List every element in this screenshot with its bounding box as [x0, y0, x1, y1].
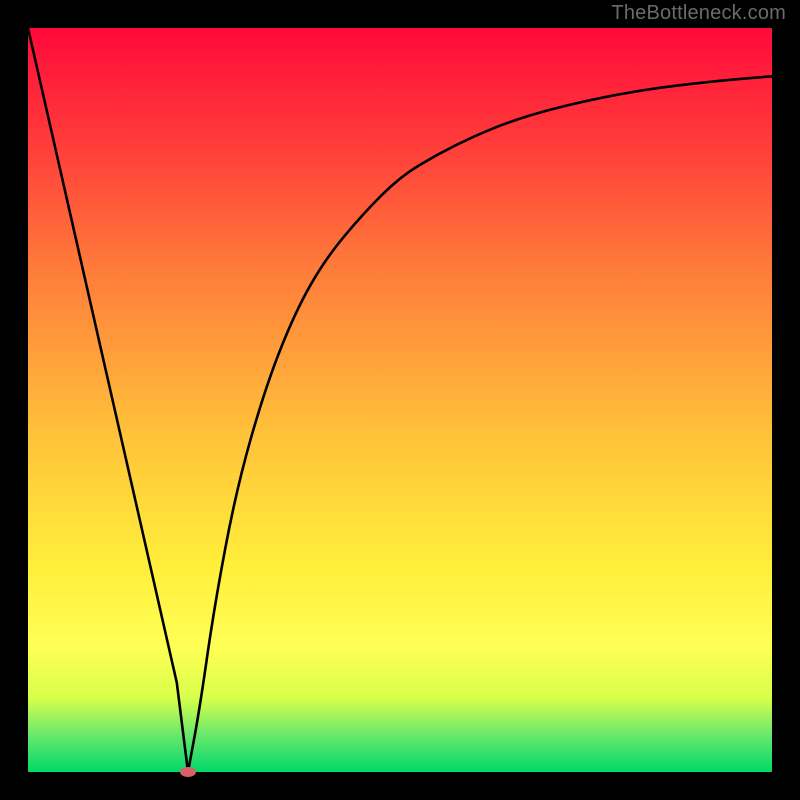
- watermark-label: TheBottleneck.com: [611, 2, 786, 25]
- bottleneck-chart: [0, 0, 800, 800]
- chart-container: TheBottleneck.com: [0, 0, 800, 800]
- plot-area: [28, 28, 772, 772]
- minimum-marker: [180, 767, 196, 777]
